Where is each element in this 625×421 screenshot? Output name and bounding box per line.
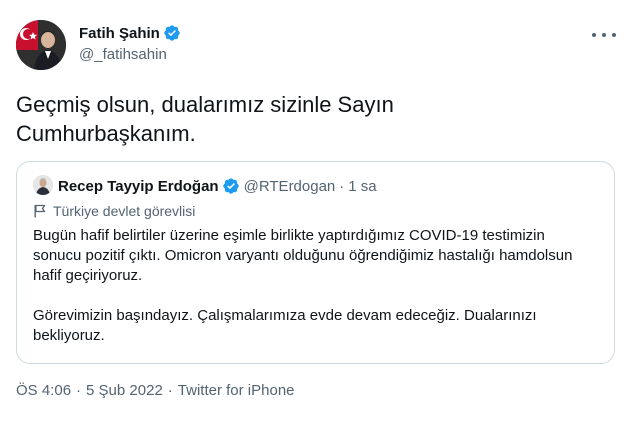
author-name-row: Fatih Şahin xyxy=(79,23,181,43)
quoted-line: Bugün hafif belirtiler üzerine eşimle bi… xyxy=(33,227,545,244)
quoted-line: bekliyoruz. xyxy=(33,327,105,344)
meta-separator: · xyxy=(76,382,82,399)
author-handle[interactable]: @_fatihsahin xyxy=(79,46,181,63)
more-dot xyxy=(592,33,596,37)
author-info: Fatih Şahin @_fatihsahin xyxy=(79,23,181,63)
author-avatar[interactable] xyxy=(16,20,66,70)
verified-badge-icon xyxy=(222,177,240,195)
quoted-line: Görevimizin başındayız. Çalışmalarımıza … xyxy=(33,307,537,324)
tweet-text-line: Geçmiş olsun, dualarımız sizinle Sayın xyxy=(16,92,394,117)
quoted-paragraph: Bugün hafif belirtiler üzerine eşimle bi… xyxy=(33,226,603,286)
quoted-header: Recep Tayyip Erdoğan @RTErdogan · 1 sa xyxy=(58,176,377,196)
quoted-avatar xyxy=(33,175,53,195)
quoted-line: sonucu pozitif çıktı. Omicron varyantı o… xyxy=(33,247,573,264)
tweet-date[interactable]: 5 Şub 2022 xyxy=(86,382,163,399)
author-name[interactable]: Fatih Şahin xyxy=(79,25,160,42)
quoted-label-text: Türkiye devlet görevlisi xyxy=(53,203,196,219)
quoted-line: hafif geçiriyoruz. xyxy=(33,267,143,284)
quoted-account-label: Türkiye devlet görevlisi xyxy=(33,202,195,220)
tweet-time[interactable]: ÖS 4:06 xyxy=(16,382,71,399)
tweet: Fatih Şahin @_fatihsahin Geçmiş olsun, d… xyxy=(0,0,625,421)
tweet-text-line: Cumhurbaşkanım. xyxy=(16,121,196,146)
more-icon[interactable] xyxy=(592,28,616,42)
tweet-meta: ÖS 4:06 · 5 Şub 2022 · Twitter for iPhon… xyxy=(16,382,295,399)
quoted-body: Bugün hafif belirtiler üzerine eşimle bi… xyxy=(33,226,603,346)
verified-badge-icon xyxy=(163,24,181,42)
more-dot xyxy=(602,33,606,37)
quoted-timestamp: 1 sa xyxy=(348,177,377,195)
quoted-separator: · xyxy=(339,177,345,195)
quoted-author-handle: @RTErdogan xyxy=(243,177,336,195)
meta-separator: · xyxy=(167,382,173,399)
quoted-author-name: Recep Tayyip Erdoğan xyxy=(58,177,219,195)
tweet-source[interactable]: Twitter for iPhone xyxy=(178,382,295,399)
tweet-text: Geçmiş olsun, dualarımız sizinle Sayın C… xyxy=(16,90,606,148)
more-dot xyxy=(612,33,616,37)
flag-icon xyxy=(33,204,47,218)
quoted-paragraph: Görevimizin başındayız. Çalışmalarımıza … xyxy=(33,306,603,346)
quoted-tweet[interactable]: Recep Tayyip Erdoğan @RTErdogan · 1 sa T… xyxy=(16,161,615,364)
